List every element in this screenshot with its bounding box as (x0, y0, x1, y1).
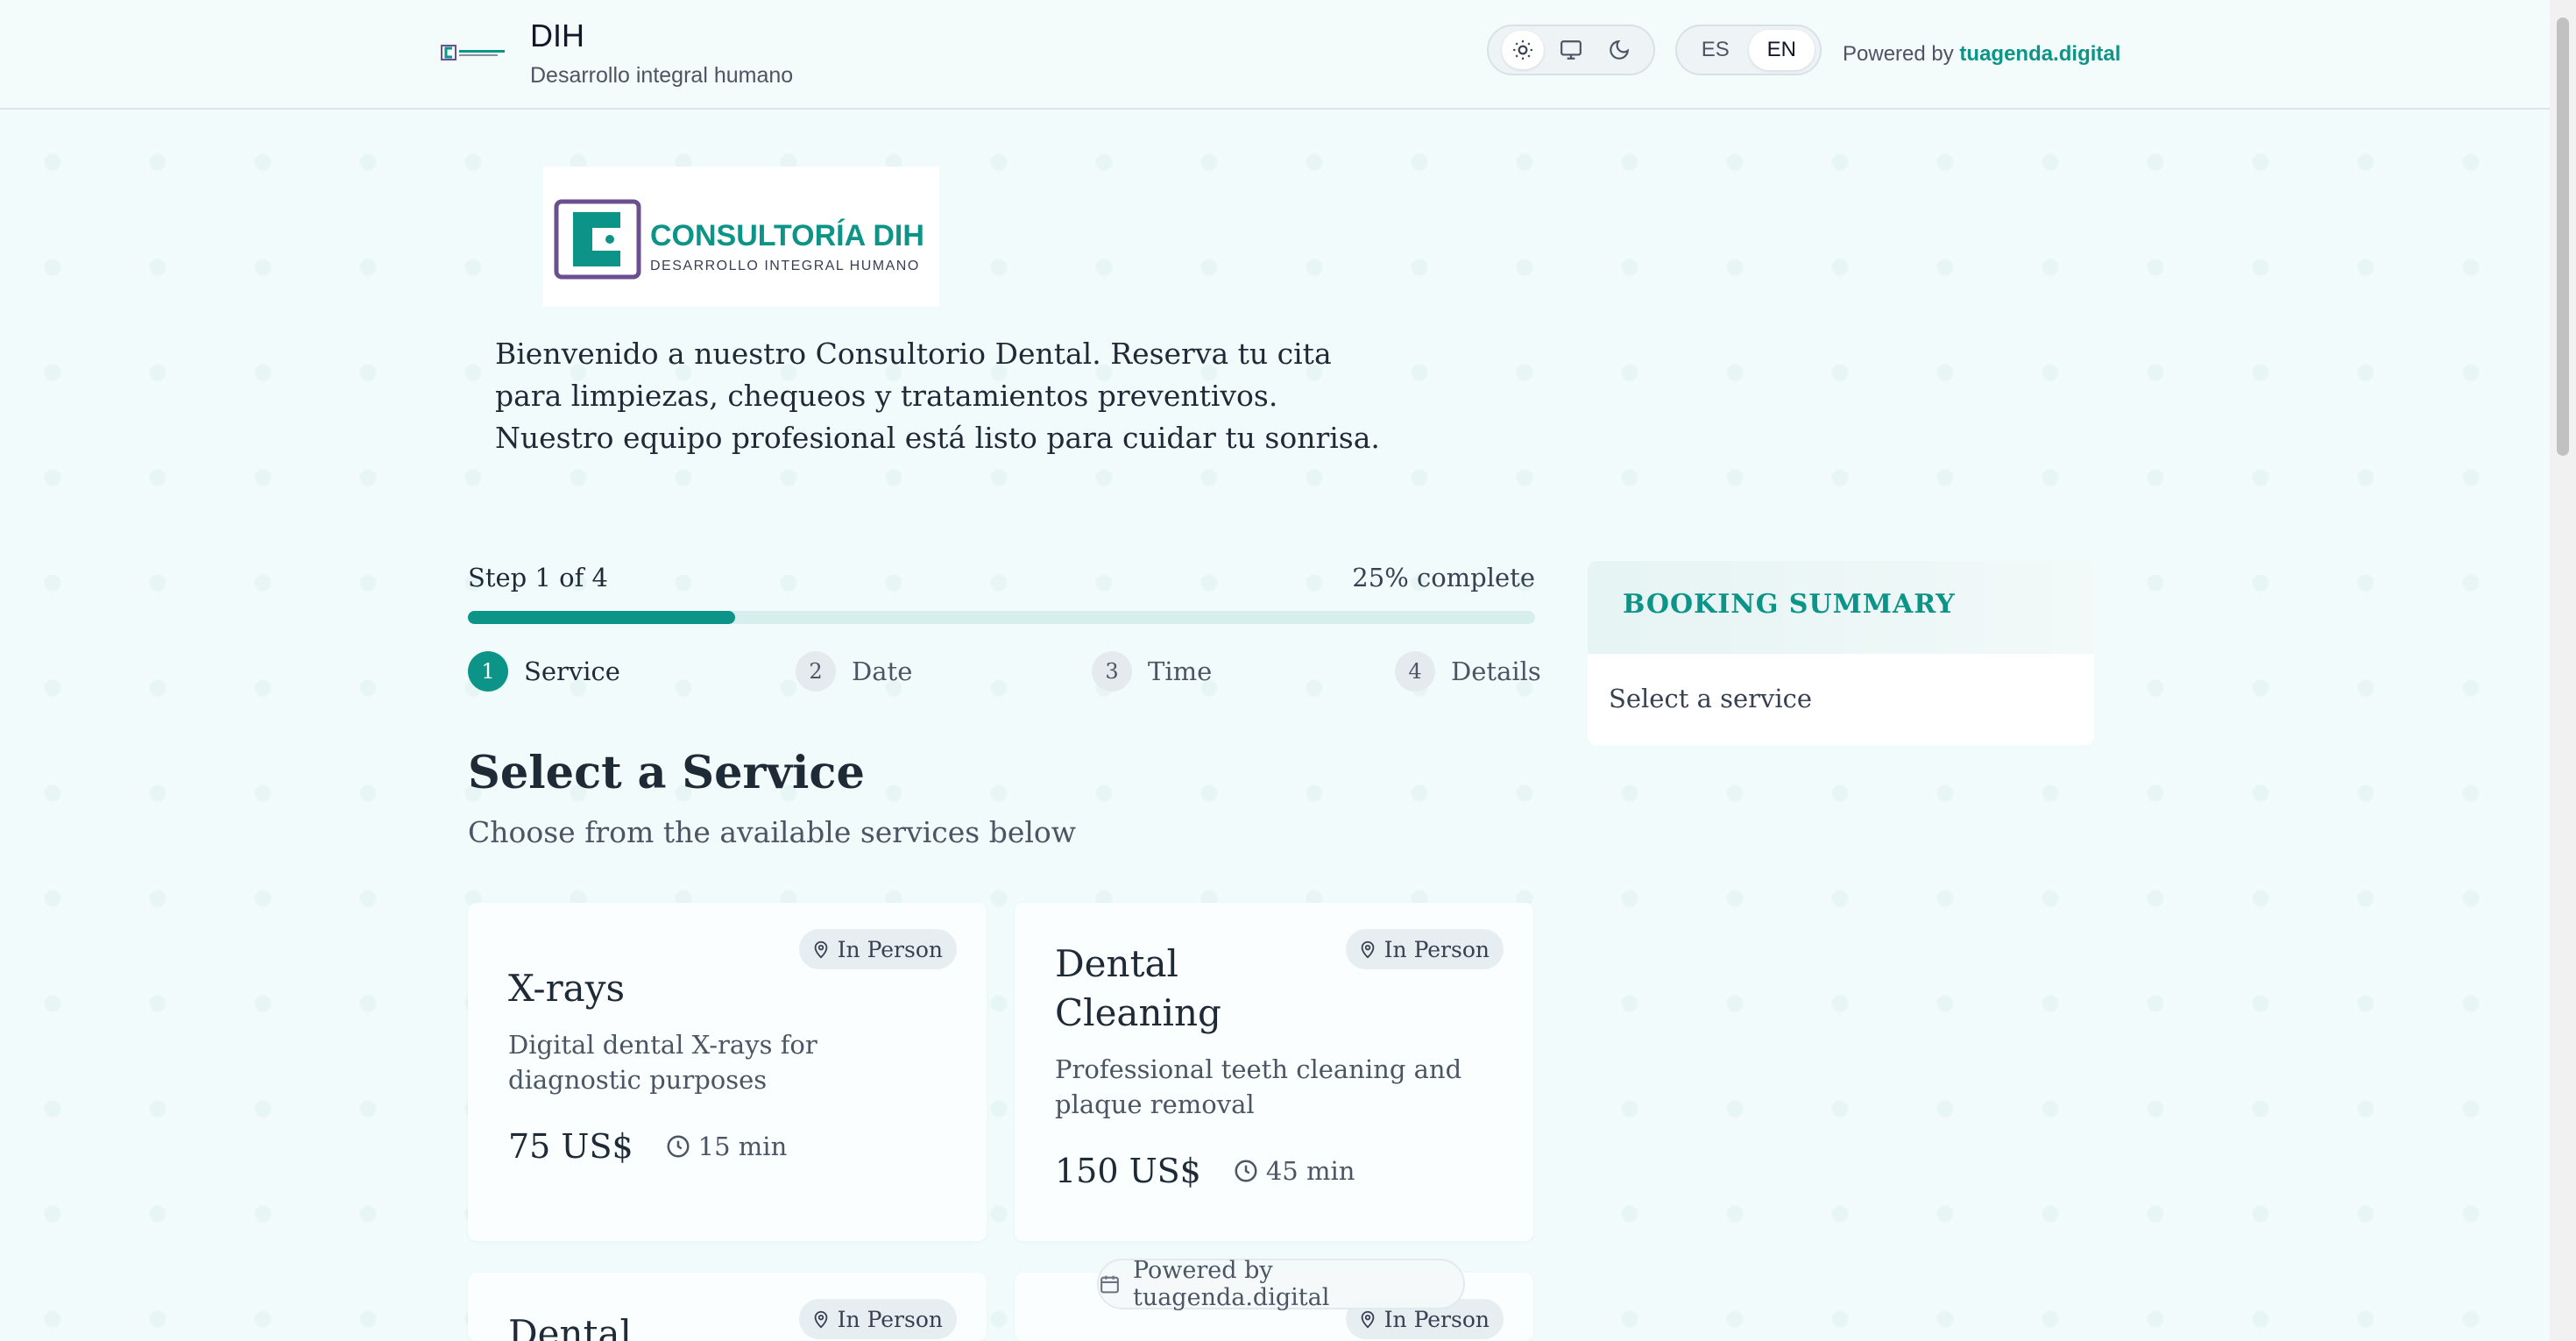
location-pin-icon (814, 1310, 827, 1329)
badge-label: In Person (837, 1306, 943, 1332)
service-price: 150 US$ (1055, 1152, 1201, 1190)
badge-label: In Person (837, 936, 943, 962)
service-price: 75 US$ (508, 1127, 633, 1166)
top-header: DIH Desarrollo integral humano ES EN Pow… (0, 0, 2550, 110)
step-number: 2 (796, 651, 836, 692)
booking-summary-header: BOOKING SUMMARY (1588, 561, 2094, 654)
service-duration: 15 min (665, 1132, 788, 1161)
location-pin-icon (1361, 1310, 1374, 1329)
theme-system-button[interactable] (1550, 31, 1592, 69)
step-service[interactable]: 1 Service (468, 651, 620, 692)
booking-summary-title: BOOKING SUMMARY (1623, 589, 1956, 620)
service-meta: 150 US$ 45 min (1055, 1152, 1355, 1190)
theme-switcher (1487, 25, 1655, 75)
service-description: Professional teeth cleaning and plaque r… (1055, 1054, 1462, 1119)
sun-icon (1513, 40, 1533, 60)
location-pin-icon (1361, 940, 1374, 959)
step-number: 3 (1092, 651, 1132, 692)
step-details[interactable]: 4 Details (1395, 651, 1541, 692)
badge-label: In Person (1384, 936, 1490, 962)
powered-prefix: Powered by (1843, 42, 1954, 66)
lang-es-button[interactable]: ES (1682, 30, 1749, 70)
in-person-badge: In Person (798, 1299, 957, 1339)
booking-summary-body: Select a service (1588, 654, 2094, 745)
in-person-badge: In Person (798, 929, 957, 969)
service-title: Dental (508, 1312, 632, 1341)
step-number: 1 (468, 651, 508, 692)
step-number: 4 (1395, 651, 1435, 692)
clock-icon (1235, 1160, 1257, 1182)
intro-text: Bienvenido a nuestro Consultorio Dental.… (495, 337, 1380, 455)
progress-bar (468, 611, 1535, 624)
service-card-xrays[interactable]: In Person X-rays Digital dental X-rays f… (468, 903, 987, 1241)
step-label: Service (524, 656, 620, 686)
calendar-icon (1100, 1275, 1119, 1294)
in-person-badge: In Person (1345, 929, 1504, 969)
booking-summary: BOOKING SUMMARY Select a service (1588, 561, 2094, 745)
monitor-icon (1560, 40, 1582, 60)
step-label: Details (1451, 656, 1541, 686)
lang-en-button[interactable]: EN (1748, 30, 1815, 70)
service-duration: 45 min (1233, 1156, 1355, 1186)
section-title: Select a Service (468, 747, 865, 799)
powered-brand-link[interactable]: tuagenda.digital (1959, 42, 2120, 66)
logo-tagline: DESARROLLO INTEGRAL HUMANO (650, 259, 920, 273)
service-title: Dental Cleaning (1055, 942, 1221, 1034)
page-scrollbar[interactable] (2550, 0, 2576, 1341)
org-title: DIH (530, 18, 584, 53)
step-label: Date (852, 656, 913, 686)
section-subtitle: Choose from the available services below (468, 815, 1077, 849)
language-switcher: ES EN (1675, 25, 1822, 75)
step-date[interactable]: 2 Date (796, 651, 912, 692)
logo-name: CONSULTORÍA DIH (650, 219, 924, 252)
powered-floating-text: Powered by tuagenda.digital (1132, 1257, 1330, 1311)
business-logo: CONSULTORÍA DIH DESARROLLO INTEGRAL HUMA… (543, 167, 939, 307)
location-pin-icon (814, 940, 827, 959)
theme-light-button[interactable] (1502, 31, 1545, 69)
progress-percent: 25% complete (1352, 563, 1535, 592)
progress-bar-fill (468, 611, 735, 624)
moon-icon (1609, 39, 1629, 60)
service-card-dental[interactable]: In Person Dental (468, 1273, 987, 1341)
header-logo-icon (441, 45, 505, 60)
step-counter: Step 1 of 4 (468, 563, 608, 592)
service-title: X-rays (508, 967, 625, 1010)
clock-icon (667, 1135, 690, 1158)
consultoria-logo-icon: CONSULTORÍA DIH DESARROLLO INTEGRAL HUMA… (554, 199, 924, 280)
step-label: Time (1148, 656, 1213, 686)
theme-dark-button[interactable] (1598, 31, 1640, 69)
duration-text: 15 min (697, 1132, 788, 1161)
service-description: Digital dental X-rays for diagnostic pur… (508, 1030, 817, 1095)
powered-by-header: Powered by tuagenda.digital (1843, 42, 2120, 67)
duration-text: 45 min (1265, 1156, 1355, 1186)
step-time[interactable]: 3 Time (1092, 651, 1212, 692)
org-subtitle: Desarrollo integral humano (530, 63, 794, 88)
powered-by-floating-badge[interactable]: Powered by tuagenda.digital (1097, 1257, 1465, 1311)
service-meta: 75 US$ 15 min (508, 1127, 787, 1166)
service-card-dental-cleaning[interactable]: In Person Dental Cleaning Professional t… (1015, 903, 1533, 1241)
scrollbar-thumb[interactable] (2557, 18, 2569, 456)
